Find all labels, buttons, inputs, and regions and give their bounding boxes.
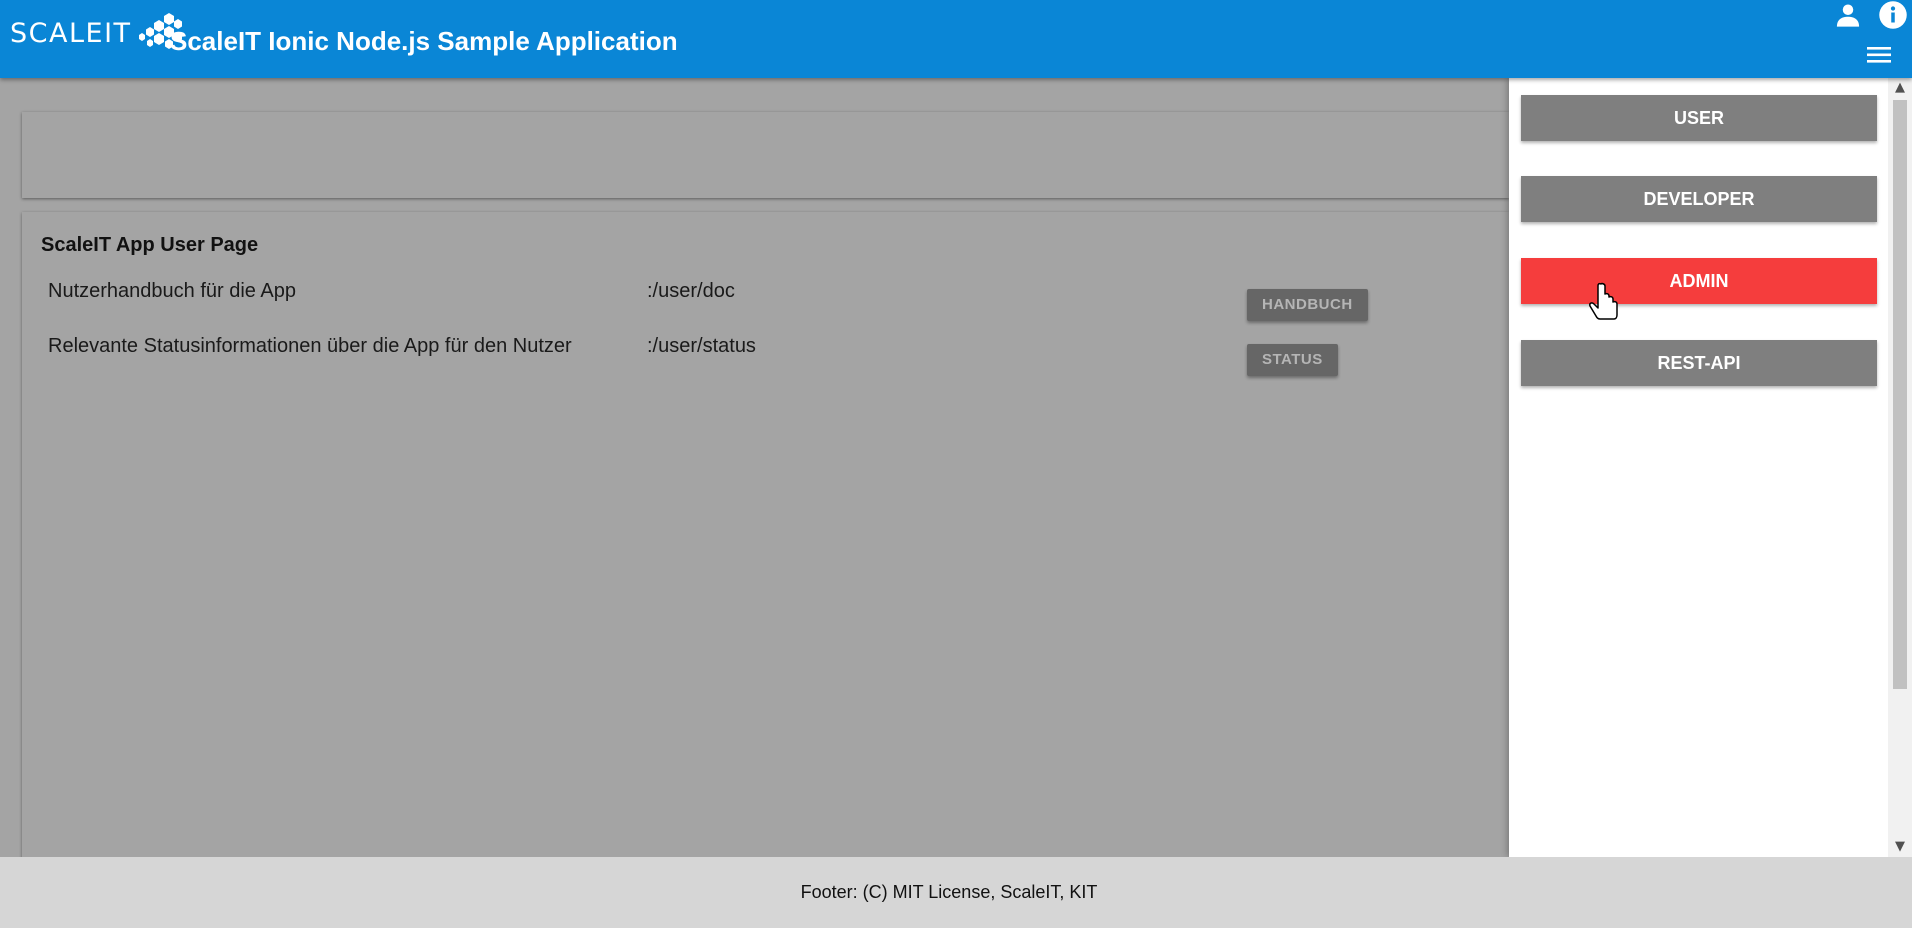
list-item: Nutzerhandbuch für die App :/user/doc HA… [22,280,1509,321]
footer-text: Footer: (C) MIT License, ScaleIT, KIT [800,882,1098,902]
handbuch-button[interactable]: HANDBUCH [1247,289,1368,321]
scaleit-logo: SCALEIT [10,13,184,52]
row-description: Nutzerhandbuch für die App [48,280,296,302]
row-description: Relevante Statusinformationen über die A… [48,335,572,357]
scroll-up-arrow-icon[interactable]: ▲ [1888,78,1912,98]
app-header: SCALEIT ScaleIT Ionic Node.js Sample App… [0,0,1912,78]
main-content: ScaleIT App User Page Nutzerhandbuch für… [0,78,1509,862]
menu-icon[interactable] [1865,43,1893,72]
app-root: SCALEIT ScaleIT Ionic Node.js Sample App… [0,0,1912,928]
menu-item-admin[interactable]: ADMIN [1521,258,1877,304]
row-path: :/user/status [647,335,756,357]
scroll-thumb[interactable] [1893,100,1907,689]
scroll-down-arrow-icon[interactable]: ▼ [1888,837,1912,857]
menu-item-developer[interactable]: DEVELOPER [1521,176,1877,222]
footer: Footer: (C) MIT License, ScaleIT, KIT [0,857,1912,928]
page-title: ScaleIT App User Page [41,234,259,256]
app-title: ScaleIT Ionic Node.js Sample Application [170,26,678,56]
side-menu: USER DEVELOPER ADMIN REST-API ▲ ▼ [1509,78,1912,857]
header-actions [1822,0,1912,78]
user-page-card: ScaleIT App User Page Nutzerhandbuch für… [22,212,1509,862]
side-menu-scrollbar[interactable]: ▲ ▼ [1888,78,1912,857]
info-icon[interactable] [1878,0,1908,35]
top-card [22,112,1509,198]
row-path: :/user/doc [647,280,735,302]
menu-item-rest-api[interactable]: REST-API [1521,340,1877,386]
status-button[interactable]: STATUS [1247,344,1338,376]
menu-item-user[interactable]: USER [1521,95,1877,141]
user-icon[interactable] [1834,1,1862,34]
list-item: Relevante Statusinformationen über die A… [22,335,1509,376]
logo-text: SCALEIT [10,17,132,49]
